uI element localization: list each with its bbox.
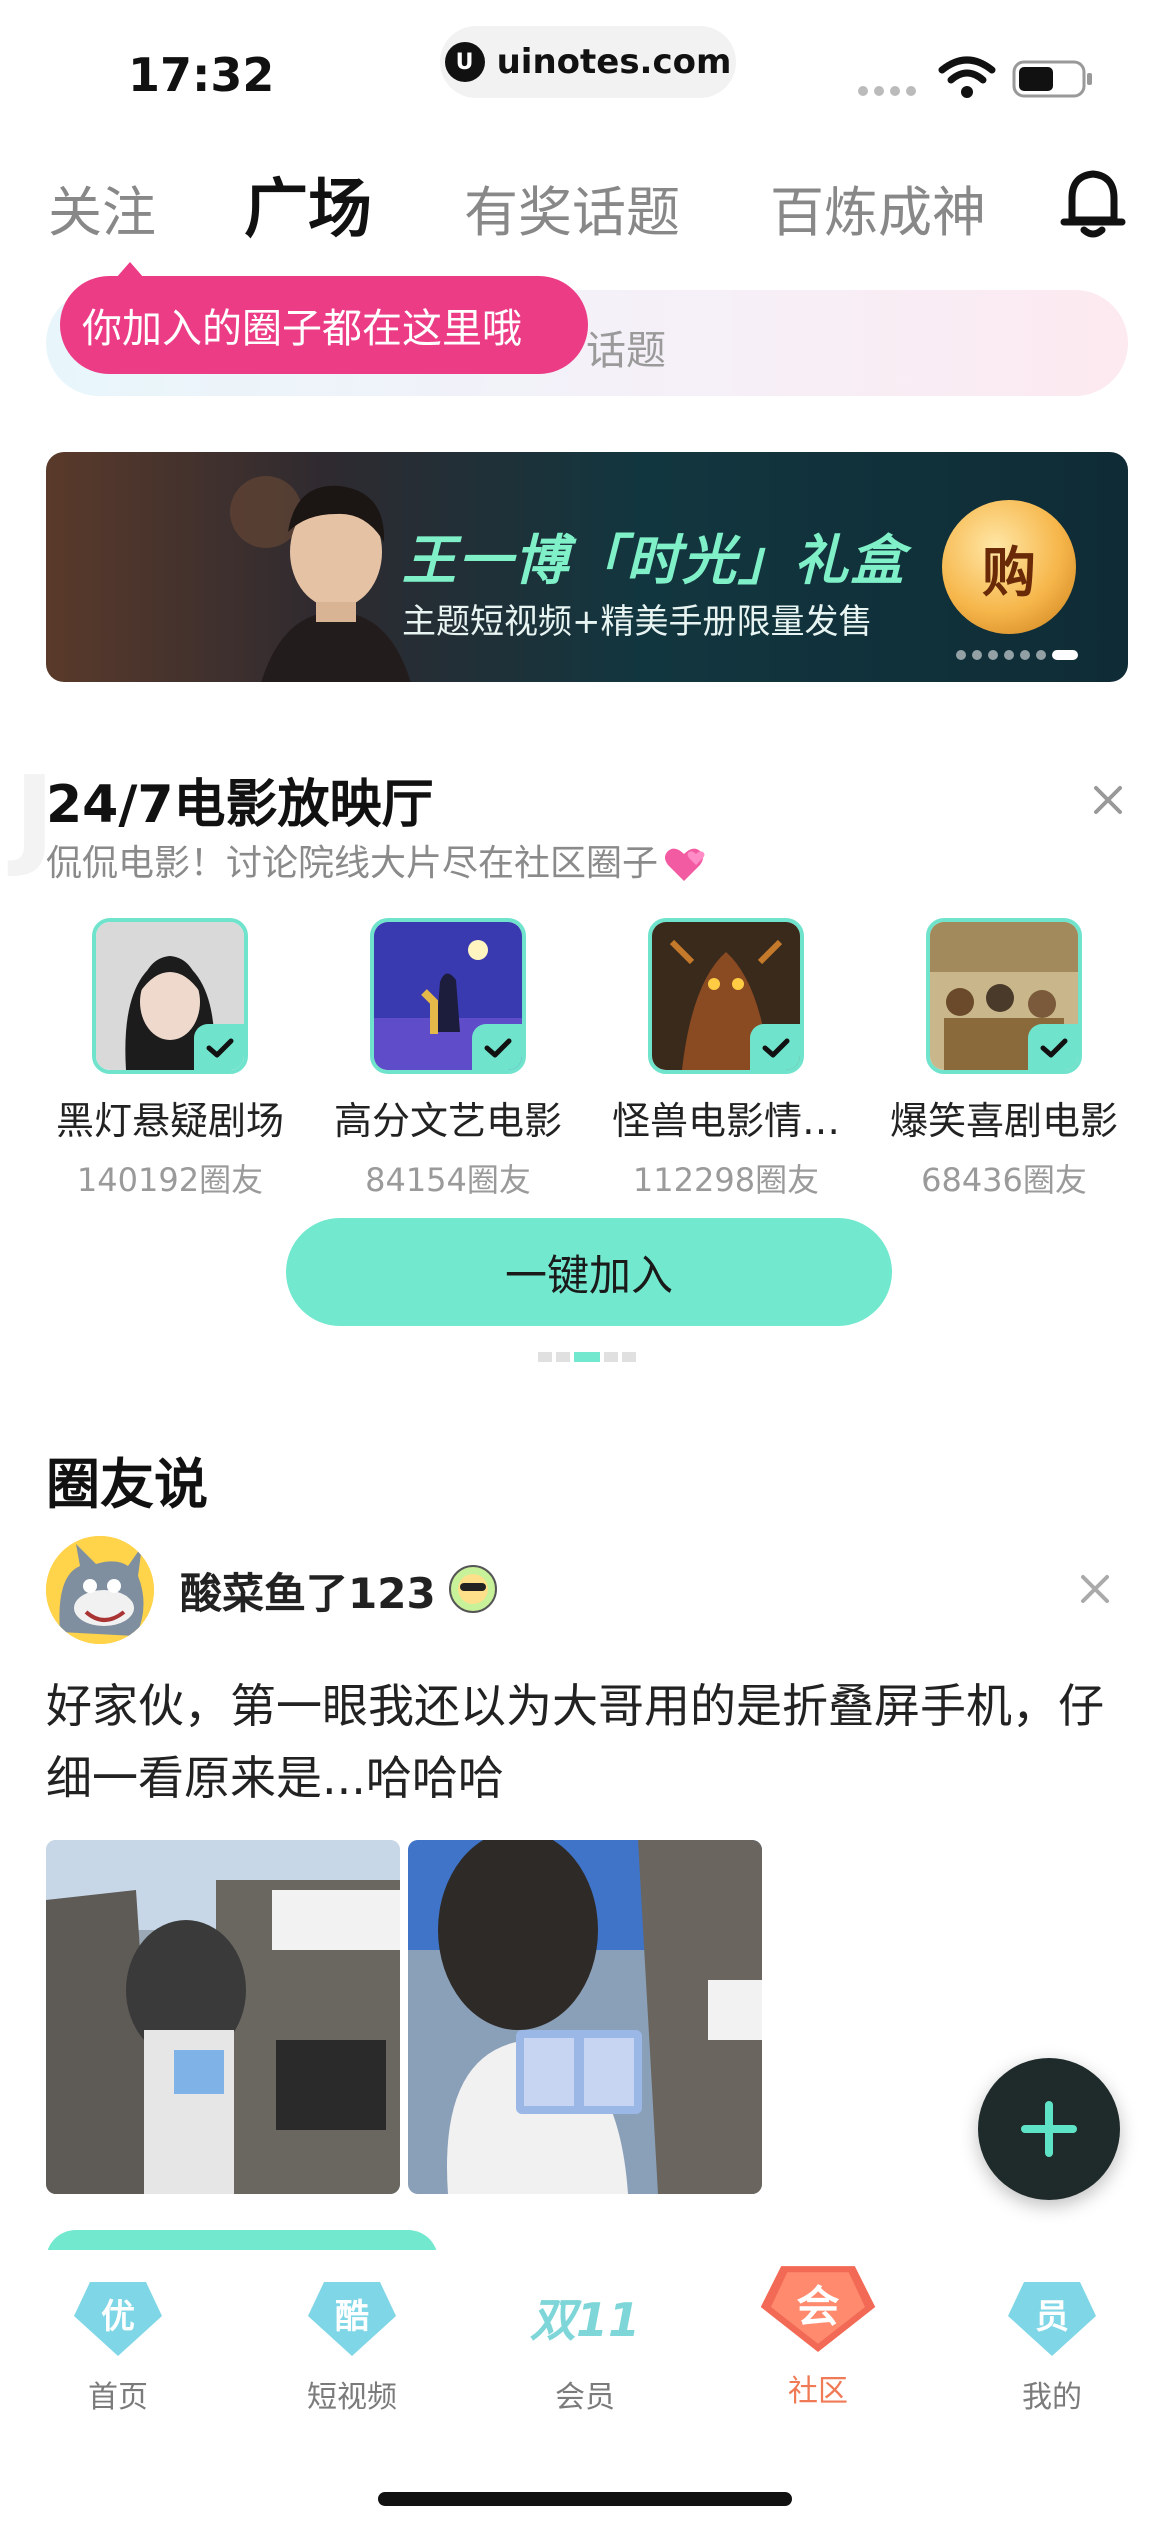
checkmark-icon <box>750 1024 800 1070</box>
status-bar: 17:32 U uinotes.com <box>0 0 1170 140</box>
circle-member-count: 140192圈友 <box>76 1161 264 1199</box>
circle-member-count: 112298圈友 <box>632 1161 820 1199</box>
nav-label: 短视频 <box>307 2380 397 2415</box>
wifi-icon <box>938 56 996 98</box>
section-subtitle: 侃侃电影！讨论院线大片尽在社区圈子 <box>46 834 706 886</box>
circle-thumbnail <box>648 918 804 1074</box>
feed-section-title: 圈友说 <box>46 1453 208 1516</box>
svg-text:员: 员 <box>1035 2297 1069 2337</box>
banner-pagination <box>956 650 1078 660</box>
circle-recommendations: 黑灯悬疑剧场 140192圈友 高分文艺电影 84154圈友 怪兽电影情… 11… <box>0 918 1170 1199</box>
post-text: 好家伙，第一眼我还以为大哥用的是折叠屏手机，仔细一看原来是...哈哈哈 <box>46 1679 1104 1805</box>
nav-label: 我的 <box>1022 2380 1082 2415</box>
banner-subtitle: 主题短视频+精美手册限量发售 <box>402 602 873 642</box>
carousel-pagination <box>538 1352 636 1362</box>
circle-card[interactable]: 爆笑喜剧电影 68436圈友 <box>874 918 1134 1201</box>
circle-member-count: 68436圈友 <box>921 1161 1087 1199</box>
site-logo-icon: U <box>444 42 485 82</box>
banner-portrait-image <box>230 476 411 682</box>
nav-item-home[interactable]: 优 首页 <box>38 2276 198 2416</box>
hearts-icon <box>665 848 705 881</box>
circle-thumbnail <box>370 918 526 1074</box>
checkmark-icon <box>194 1024 244 1070</box>
community-icon: 会 <box>760 2266 876 2352</box>
join-all-button[interactable]: 一键加入 <box>286 1218 892 1326</box>
nav-item-community[interactable]: 会 社区 <box>738 2266 898 2410</box>
circle-card[interactable]: 黑灯悬疑剧场 140192圈友 <box>40 918 300 1201</box>
circle-card[interactable]: 高分文艺电影 84154圈友 <box>318 918 578 1201</box>
svg-text:优: 优 <box>101 2297 135 2337</box>
circle-thumbnail <box>92 918 248 1074</box>
section-title: 24/7电影放映厅 <box>46 775 434 835</box>
search-placeholder: 话题 <box>586 328 666 374</box>
status-time: 17:32 <box>128 48 275 102</box>
tab-reward-topics[interactable]: 有奖话题 <box>464 168 680 247</box>
user-level-badge-icon <box>449 1565 497 1613</box>
section-subtitle-text: 侃侃电影！讨论院线大片尽在社区圈子 <box>46 843 659 884</box>
cellular-signal-icon <box>858 86 916 96</box>
cartoon-cat-avatar-image <box>46 1536 154 1644</box>
checkmark-icon <box>472 1024 522 1070</box>
avatar[interactable] <box>46 1536 154 1644</box>
profile-icon: 员 <box>1008 2282 1096 2356</box>
svg-text:双11: 双11 <box>530 2293 640 2347</box>
tab-square[interactable]: 广场 <box>244 158 372 250</box>
bottom-nav: 优 首页 酷 短视频 双11 会员 会 社区 员 我的 <box>0 2250 1170 2532</box>
battery-icon <box>1012 60 1092 98</box>
train-photo-image <box>408 1840 762 2194</box>
banner-title: 王一博「时光」礼盒 <box>402 529 906 592</box>
nav-item-short-video[interactable]: 酷 短视频 <box>272 2276 432 2416</box>
url-pill[interactable]: U uinotes.com <box>440 26 736 98</box>
close-icon[interactable] <box>1090 782 1126 818</box>
nav-label: 社区 <box>788 2374 848 2409</box>
top-tabs: 关注 广场 有奖话题 百炼成神 <box>0 150 1170 250</box>
home-indicator[interactable] <box>378 2492 792 2506</box>
nav-label: 首页 <box>88 2380 148 2415</box>
create-post-button[interactable] <box>978 2058 1120 2200</box>
nav-item-mine[interactable]: 员 我的 <box>972 2276 1132 2416</box>
circle-name: 爆笑喜剧电影 <box>889 1099 1118 1143</box>
circle-name: 怪兽电影情… <box>611 1099 840 1143</box>
svg-text:酷: 酷 <box>335 2297 369 2337</box>
joined-circles-tooltip[interactable]: 你加入的圈子都在这里哦 <box>60 262 588 374</box>
double-eleven-icon: 双11 <box>530 2293 640 2347</box>
nav-item-membership[interactable]: 双11 会员 <box>505 2276 665 2416</box>
promo-banner[interactable]: 王一博「时光」礼盒 主题短视频+精美手册限量发售 购 <box>46 452 1128 682</box>
plus-icon <box>1021 2101 1077 2157</box>
tab-follow[interactable]: 关注 <box>48 168 156 247</box>
post-image[interactable] <box>408 1840 762 2194</box>
circle-member-count: 84154圈友 <box>365 1161 531 1199</box>
tab-mastery[interactable]: 百炼成神 <box>770 168 986 247</box>
checkmark-icon <box>1028 1024 1078 1070</box>
circle-card[interactable]: 怪兽电影情… 112298圈友 <box>596 918 856 1201</box>
circle-name: 黑灯悬疑剧场 <box>55 1099 284 1143</box>
url-text: uinotes.com <box>496 42 732 82</box>
post-image[interactable] <box>46 1840 400 2194</box>
close-icon[interactable] <box>1078 1572 1112 1606</box>
circle-thumbnail <box>926 918 1082 1074</box>
train-photo-image <box>46 1840 400 2194</box>
bell-icon[interactable] <box>1060 166 1126 240</box>
banner-buy-button[interactable]: 购 <box>942 500 1076 634</box>
svg-text:会: 会 <box>797 2282 840 2332</box>
short-video-icon: 酷 <box>308 2282 396 2356</box>
nav-label: 会员 <box>555 2380 615 2415</box>
youku-home-icon: 优 <box>74 2282 162 2356</box>
circle-name: 高分文艺电影 <box>333 1099 562 1143</box>
post-username[interactable]: 酸菜鱼了123 <box>180 1560 436 1621</box>
